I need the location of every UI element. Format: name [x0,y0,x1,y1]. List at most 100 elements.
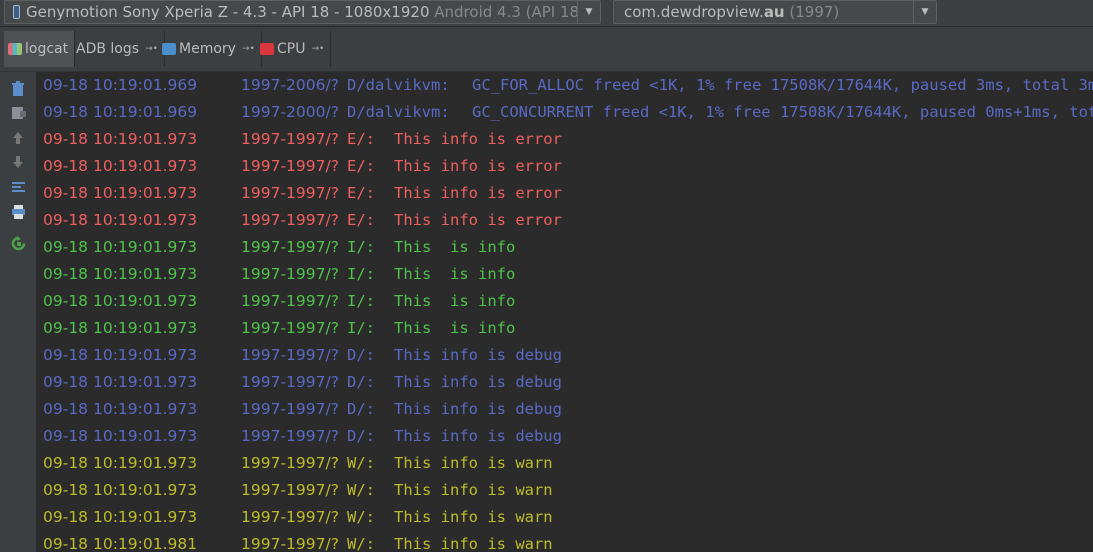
pin-icon[interactable]: →• [242,44,255,54]
log-timestamp: 09-18 10:19:01.973 [43,481,198,499]
log-line[interactable]: 09-18 10:19:01.973 1997-1997/? I/: This is … [43,261,1093,288]
log-message: This is info [394,292,516,310]
log-tag: D/dalvikvm: [347,103,450,121]
log-tag: D/: [347,427,375,445]
log-timestamp: 09-18 10:19:01.973 [43,319,198,337]
log-message: GC_CONCURRENT freed <1K, 1% free 17508K/… [472,103,1093,121]
process-package-name: au [763,3,785,21]
arrow-up-icon[interactable] [10,130,26,146]
log-line[interactable]: 09-18 10:19:01.969 1997-2006/? D/dalvikvm:… [43,72,1093,99]
log-line[interactable]: 09-18 10:19:01.973 1997-1997/? I/: This is … [43,315,1093,342]
log-line[interactable]: 09-18 10:19:01.973 1997-1997/? W/: This inf… [43,477,1093,504]
log-tag: I/: [347,292,375,310]
restart-icon[interactable] [10,235,26,251]
log-tag: E/: [347,157,375,175]
log-timestamp: 09-18 10:19:01.973 [43,454,198,472]
log-timestamp: 09-18 10:19:01.973 [43,346,198,364]
log-pid: 1997-1997/? [241,481,339,499]
log-timestamp: 09-18 10:19:01.973 [43,238,198,256]
log-line[interactable]: 09-18 10:19:01.973 1997-1997/? D/: This inf… [43,423,1093,450]
log-line[interactable]: 09-18 10:19:01.973 1997-1997/? W/: This inf… [43,504,1093,531]
log-pid: 1997-1997/? [241,238,339,256]
log-timestamp: 09-18 10:19:01.973 [43,400,198,418]
cpu-icon [260,43,274,55]
process-package: com.dewdropview. [624,3,764,21]
log-tag: W/: [347,481,375,499]
log-timestamp: 09-18 10:19:01.969 [43,103,198,121]
log-pid: 1997-1997/? [241,535,339,552]
log-timestamp: 09-18 10:19:01.981 [43,535,198,552]
log-pid: 1997-1997/? [241,400,339,418]
tab-memory-label: Memory [179,41,236,57]
process-pid: (1997) [789,3,840,21]
log-timestamp: 09-18 10:19:01.973 [43,265,198,283]
log-message: This info is warn [394,535,553,552]
log-timestamp: 09-18 10:19:01.973 [43,373,198,391]
log-line[interactable]: 09-18 10:19:01.973 1997-1997/? E/: This inf… [43,126,1093,153]
log-message: This info is debug [394,373,562,391]
log-message: This info is error [394,130,562,148]
log-output[interactable]: 09-18 10:19:01.969 1997-2006/? D/dalvikvm:… [37,72,1093,552]
log-line[interactable]: 09-18 10:19:01.973 1997-1997/? E/: This inf… [43,153,1093,180]
tab-logcat[interactable]: logcat [4,31,76,67]
log-message: This info is error [394,184,562,202]
logcat-toolbar [0,72,37,552]
log-line[interactable]: 09-18 10:19:01.973 1997-1997/? E/: This inf… [43,180,1093,207]
log-pid: 1997-1997/? [241,454,339,472]
log-line[interactable]: 09-18 10:19:01.973 1997-1997/? I/: This is … [43,288,1093,315]
log-timestamp: 09-18 10:19:01.973 [43,508,198,526]
tab-cpu[interactable]: CPU →• [256,31,332,67]
log-pid: 1997-2000/? [241,103,339,121]
log-pid: 1997-1997/? [241,157,339,175]
log-line[interactable]: 09-18 10:19:01.969 1997-2000/? D/dalvikvm:… [43,99,1093,126]
clear-log-icon[interactable] [10,80,26,96]
log-tag: E/: [347,130,375,148]
scroll-to-end-icon[interactable] [10,105,26,121]
log-message: This is info [394,319,516,337]
log-pid: 1997-2006/? [241,76,339,94]
tab-logcat-label: logcat [25,41,69,57]
log-pid: 1997-1997/? [241,292,339,310]
log-timestamp: 09-18 10:19:01.973 [43,130,198,148]
log-tag: I/: [347,265,375,283]
log-line[interactable]: 09-18 10:19:01.973 1997-1997/? E/: This inf… [43,207,1093,234]
log-message: This info is debug [394,400,562,418]
log-timestamp: 09-18 10:19:01.969 [43,76,198,94]
log-pid: 1997-1997/? [241,373,339,391]
soft-wraps-icon[interactable] [10,179,26,195]
device-selector[interactable]: Genymotion Sony Xperia Z - 4.3 - API 18 … [4,0,601,24]
chevron-down-icon[interactable]: ▼ [913,1,936,23]
pin-icon[interactable]: →• [311,44,324,54]
arrow-down-icon[interactable] [10,154,26,170]
log-timestamp: 09-18 10:19:01.973 [43,211,198,229]
monitor-tab-bar: logcat ADB logs →• Memory →• CPU →• [0,27,1093,72]
print-icon[interactable] [10,204,26,220]
log-message: GC_FOR_ALLOC freed <1K, 1% free 17508K/1… [472,76,1093,94]
tab-adb-logs-label: ADB logs [76,41,140,57]
device-name: Genymotion Sony Xperia Z - 4.3 - API 18 … [26,3,430,21]
log-line[interactable]: 09-18 10:19:01.973 1997-1997/? D/: This inf… [43,396,1093,423]
log-tag: D/dalvikvm: [347,76,450,94]
log-message: This info is debug [394,346,562,364]
log-tag: D/: [347,346,375,364]
log-line[interactable]: 09-18 10:19:01.973 1997-1997/? W/: This inf… [43,450,1093,477]
log-timestamp: 09-18 10:19:01.973 [43,427,198,445]
logcat-window: Genymotion Sony Xperia Z - 4.3 - API 18 … [0,0,1093,552]
tab-memory[interactable]: Memory →• [158,31,262,67]
log-line[interactable]: 09-18 10:19:01.981 1997-1997/? W/: This inf… [43,531,1093,552]
log-message: This info is error [394,157,562,175]
memory-icon [162,43,176,55]
log-timestamp: 09-18 10:19:01.973 [43,184,198,202]
log-pid: 1997-1997/? [241,319,339,337]
log-line[interactable]: 09-18 10:19:01.973 1997-1997/? I/: This is … [43,234,1093,261]
log-pid: 1997-1997/? [241,211,339,229]
tab-adb-logs[interactable]: ADB logs →• [72,31,165,67]
log-message: This is info [394,238,516,256]
chevron-down-icon[interactable]: ▼ [577,1,600,23]
log-tag: W/: [347,454,375,472]
log-message: This info is warn [394,508,553,526]
process-selector[interactable]: com.dewdropview.au (1997) ▼ [613,0,937,24]
log-line[interactable]: 09-18 10:19:01.973 1997-1997/? D/: This inf… [43,342,1093,369]
pin-icon[interactable]: →• [145,44,158,54]
log-line[interactable]: 09-18 10:19:01.973 1997-1997/? D/: This inf… [43,369,1093,396]
